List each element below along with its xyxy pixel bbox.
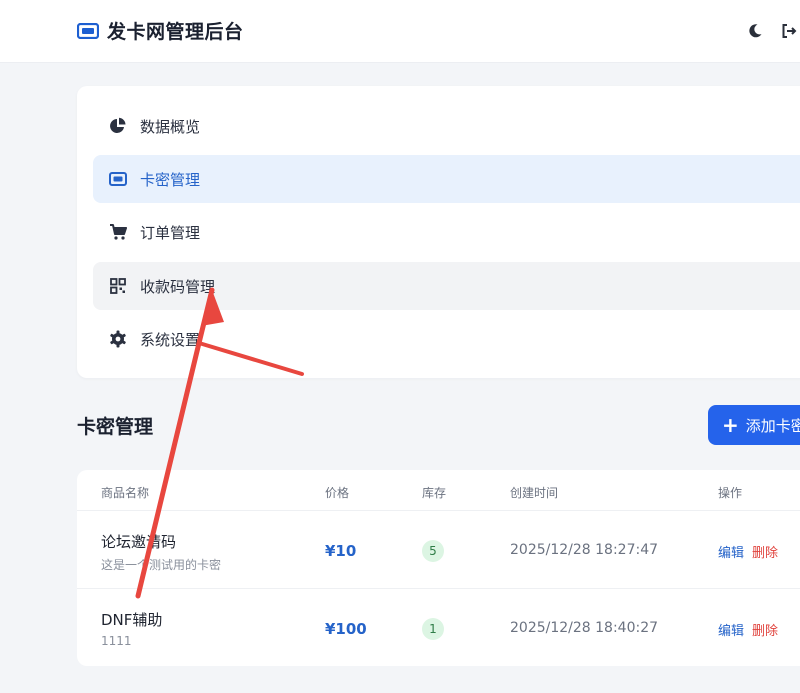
price: ¥100 — [325, 620, 367, 638]
stock-badge: 1 — [422, 618, 444, 640]
menu-label: 系统设置 — [140, 330, 201, 349]
cards-table: 商品名称 价格 库存 创建时间 操作 论坛邀请码 这是一个测试用的卡密 ¥10 … — [77, 470, 800, 666]
column-header-name: 商品名称 — [101, 486, 150, 500]
menu-item-orders[interactable]: 订单管理 — [93, 208, 800, 256]
header-actions — [732, 20, 800, 42]
add-card-button[interactable]: + 添加卡密 — [708, 405, 800, 445]
created-time: 2025/12/28 18:40:27 — [510, 620, 659, 636]
menu-label: 订单管理 — [140, 223, 201, 242]
edit-button[interactable]: 编辑 — [718, 546, 744, 561]
add-button-label: 添加卡密 — [745, 416, 800, 435]
menu-label: 数据概览 — [140, 117, 201, 136]
row-actions: 编辑 删除 — [718, 620, 786, 639]
row-actions: 编辑 删除 — [718, 542, 786, 561]
delete-button[interactable]: 删除 — [752, 546, 778, 561]
product-desc: 1111 — [101, 634, 132, 648]
table-row: 论坛邀请码 这是一个测试用的卡密 ¥10 5 2025/12/28 18:27:… — [77, 510, 800, 589]
moon-icon[interactable] — [744, 20, 766, 42]
section-title: 卡密管理 — [77, 416, 154, 438]
column-header-created: 创建时间 — [510, 486, 559, 500]
table-row: DNF辅助 1111 ¥100 1 2025/12/28 18:40:27 编辑… — [77, 588, 800, 666]
menu-item-overview[interactable]: 数据概览 — [93, 102, 800, 150]
menu-item-settings[interactable]: 系统设置 — [93, 315, 800, 363]
menu-label: 卡密管理 — [140, 170, 201, 189]
column-header-stock: 库存 — [422, 486, 447, 500]
brand: 发卡网管理后台 — [77, 17, 244, 44]
product-cell: DNF辅助 1111 — [101, 609, 162, 648]
delete-button[interactable]: 删除 — [752, 624, 778, 639]
menu-item-qrcode[interactable]: 收款码管理 — [93, 262, 800, 310]
stock-badge: 5 — [422, 540, 444, 562]
qrcode-icon — [108, 276, 128, 296]
ticket-icon — [77, 22, 99, 39]
plus-icon: + — [722, 413, 739, 437]
cart-icon — [108, 222, 128, 242]
product-desc: 这是一个测试用的卡密 — [101, 558, 222, 572]
product-name: DNF辅助 — [101, 611, 163, 629]
gear-icon — [108, 329, 128, 349]
nav-menu: 数据概览 卡密管理 订单管理 收款码管理 系统设置 — [77, 86, 800, 378]
logout-icon[interactable] — [778, 20, 800, 42]
app-title: 发卡网管理后台 — [107, 21, 244, 43]
menu-item-cards[interactable]: 卡密管理 — [93, 155, 800, 203]
menu-label: 收款码管理 — [140, 277, 216, 296]
pie-chart-icon — [108, 116, 128, 136]
top-bar: 发卡网管理后台 — [0, 0, 800, 63]
product-cell: 论坛邀请码 这是一个测试用的卡密 — [101, 531, 221, 573]
column-header-price: 价格 — [325, 486, 350, 500]
ticket-icon — [108, 169, 128, 189]
edit-button[interactable]: 编辑 — [718, 624, 744, 639]
column-header-actions: 操作 — [718, 486, 743, 500]
created-time: 2025/12/28 18:27:47 — [510, 542, 659, 558]
price: ¥10 — [325, 542, 357, 560]
product-name: 论坛邀请码 — [101, 533, 177, 551]
